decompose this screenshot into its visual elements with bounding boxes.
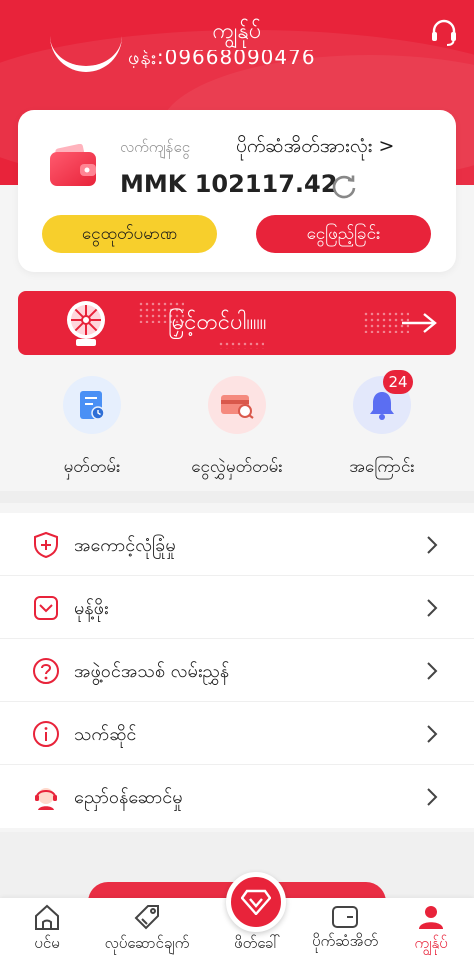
notifications-label: အကြောင်း <box>349 457 415 477</box>
menu-item-account-security[interactable]: အကောင့်လုံခြုံမှု <box>0 513 474 576</box>
tab-activities[interactable]: လုပ်ဆောင်ချက် <box>100 898 194 970</box>
gem-icon <box>241 889 271 915</box>
chevron-right-icon <box>427 599 438 617</box>
menu-item-label: သက်ဆိုင် <box>74 724 137 745</box>
transfer-records-icon-circle <box>208 376 266 434</box>
wallet-icon <box>332 906 358 928</box>
pocket-icon <box>34 596 58 620</box>
promotion-text: မြှင့်တင်ပါ။။။ <box>168 310 267 335</box>
arrow-right-icon <box>402 313 437 333</box>
transfer-record-icon <box>221 395 254 419</box>
withdraw-amount-button[interactable]: ငွေထုတ်ပမာဏ <box>42 215 217 253</box>
customer-service-icon <box>35 788 57 810</box>
balance-label: လက်ကျန်ငွေ <box>120 138 191 156</box>
home-icon <box>35 904 59 930</box>
menu-item-new-member-guide[interactable]: အဖွဲ့ဝင်အသစ် လမ်းညွှန် <box>0 639 474 702</box>
chevron-right-icon <box>427 662 438 680</box>
notifications-button[interactable]: 24 အကြောင်း <box>317 370 447 481</box>
chevron-right-icon <box>427 788 438 806</box>
lucky-wheel-icon <box>67 301 105 346</box>
all-wallets-link[interactable]: ပိုက်ဆံအိတ်အားလုံး > <box>236 134 394 162</box>
deposit-button[interactable]: ငွေဖြည့်ခြင်း <box>256 215 431 253</box>
settings-menu: အကောင့်လုံခြုံမှု မုန့်ဖိုး အဖွဲ့ဝင်အသစ်… <box>0 513 474 828</box>
tab-label: လုပ်ဆောင်ချက် <box>104 934 190 952</box>
section-divider <box>0 491 474 503</box>
transfer-records-button[interactable]: ငွေလွှဲမှတ်တမ်း <box>172 376 302 481</box>
refresh-icon[interactable] <box>330 172 358 200</box>
tab-home[interactable]: ပင်မ <box>0 898 94 970</box>
records-icon-circle <box>63 376 121 434</box>
tag-icon <box>134 905 159 930</box>
tab-wallet[interactable]: ပိုက်ဆံအိတ် <box>298 898 392 970</box>
tab-label: ကျွန်ုပ် <box>414 934 448 952</box>
invite-fab-button[interactable] <box>226 872 286 932</box>
chevron-right-icon <box>427 725 438 743</box>
tab-label: ပိုက်ဆံအိတ် <box>311 932 379 950</box>
notification-count-badge: 24 <box>383 370 413 394</box>
transfer-records-label: ငွေလွှဲမှတ်တမ်း <box>191 457 283 477</box>
record-icon <box>80 391 105 420</box>
tab-label: ပင်မ <box>34 934 60 952</box>
dots-decoration <box>218 341 264 349</box>
notifications-icon-circle: 24 <box>353 370 413 434</box>
menu-item-label: အကောင့်လုံခြုံမှု <box>74 535 176 556</box>
wallet-icon <box>50 144 96 186</box>
phone-number: ဖုန်း:09668090476 <box>128 50 316 68</box>
menu-item-about[interactable]: သက်ဆိုင် <box>0 702 474 765</box>
menu-item-label: မုန့်ဖိုး <box>74 598 109 619</box>
menu-item-customer-service[interactable]: ညှော်ဝန်ဆောင်မှု <box>0 765 474 828</box>
menu-item-label: အဖွဲ့ဝင်အသစ် လမ်းညွှန် <box>74 661 230 682</box>
profile-icon <box>419 906 443 929</box>
menu-item-label: ညှော်ဝန်ဆောင်မှု <box>74 787 183 808</box>
tab-label: ဖိတ်ခေါ် <box>234 934 280 952</box>
menu-item-pocket-money[interactable]: မုန့်ဖိုး <box>0 576 474 639</box>
question-icon <box>33 658 59 684</box>
info-icon <box>33 721 59 747</box>
shield-icon <box>34 531 58 559</box>
records-button[interactable]: မှတ်တမ်း <box>27 376 157 481</box>
chevron-right-icon <box>427 536 438 554</box>
balance-amount: MMK 102117.42 <box>120 170 338 198</box>
headset-support-icon[interactable] <box>428 16 460 48</box>
bell-icon <box>370 392 394 420</box>
tab-profile[interactable]: ကျွန်ုပ် <box>384 898 474 970</box>
wallet-card: လက်ကျန်ငွေ ပိုက်ဆံအိတ်အားလုံး > MMK 1021… <box>18 110 456 272</box>
promotion-banner[interactable]: မြှင့်တင်ပါ။။။ <box>18 291 456 355</box>
records-label: မှတ်တမ်း <box>63 457 121 477</box>
